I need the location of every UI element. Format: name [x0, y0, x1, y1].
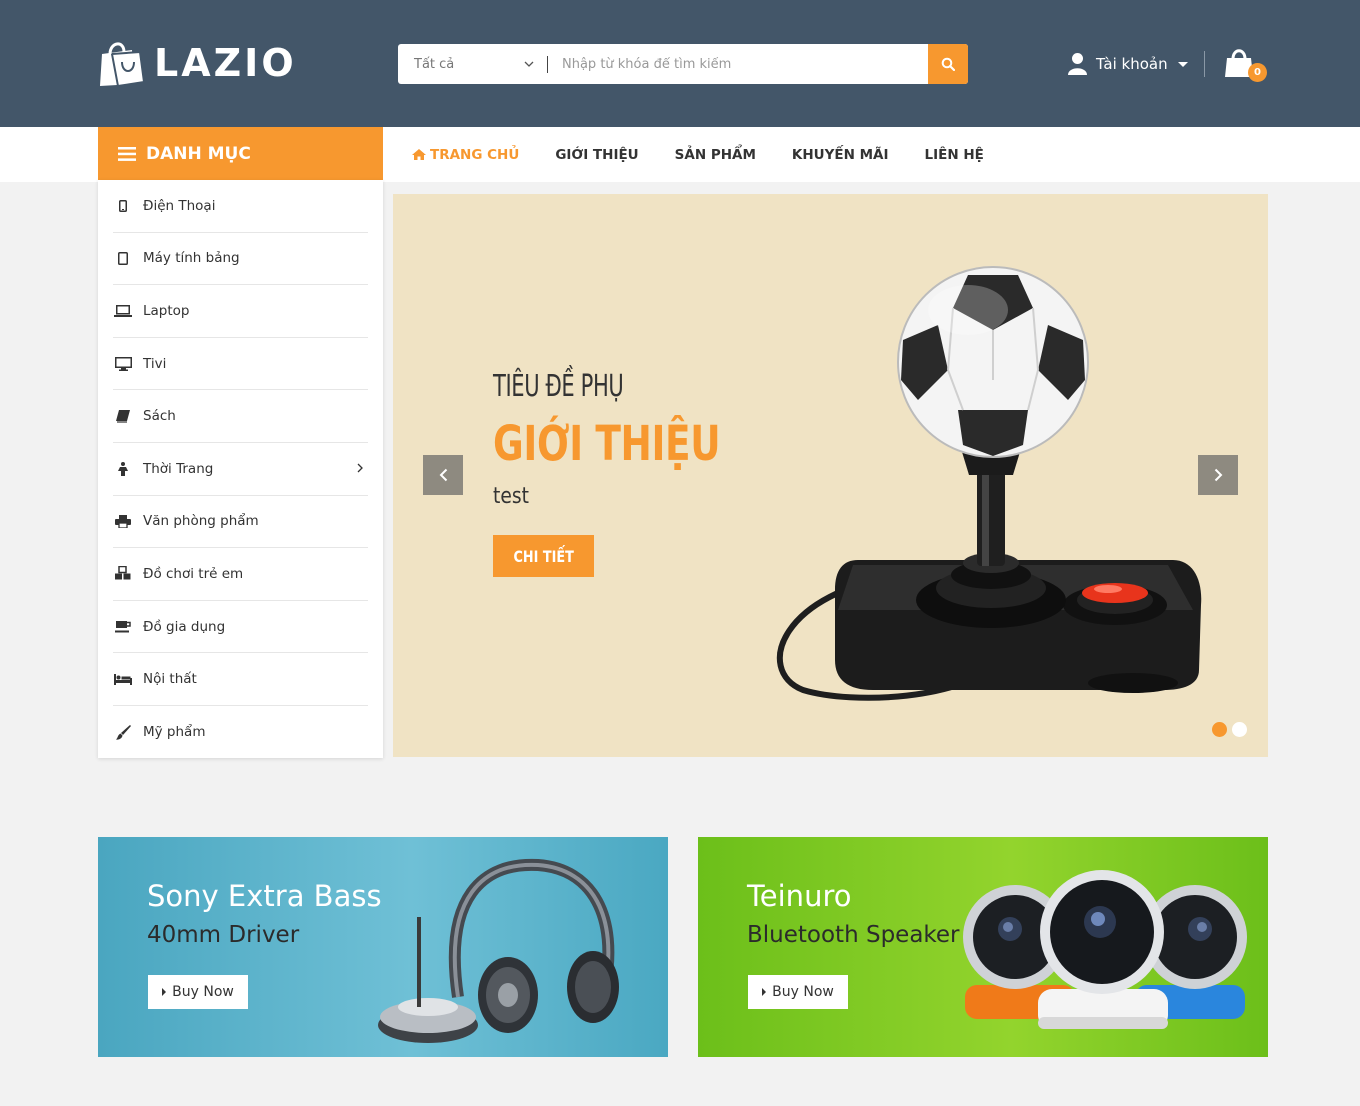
chevron-left-icon: [439, 468, 447, 482]
mobile-icon: [113, 198, 133, 214]
category-item-cosmetics[interactable]: Mỹ phẩm: [113, 706, 368, 759]
category-menu-title: DANH MỤC: [146, 143, 251, 164]
printer-icon: [113, 513, 133, 529]
menu-item-promotions[interactable]: KHUYẾN MÃI: [792, 147, 889, 163]
slider-dots: [1212, 722, 1252, 737]
speakers-image: [963, 870, 1247, 1029]
category-item-laptop[interactable]: Laptop: [113, 285, 368, 338]
joystick-image: [763, 230, 1233, 724]
home-icon: [412, 149, 426, 160]
banner-subtitle: Bluetooth Speaker: [747, 922, 960, 948]
category-label: Nội thất: [143, 671, 197, 688]
menu-item-products[interactable]: SẢN PHẨM: [675, 147, 756, 163]
category-label: Laptop: [143, 302, 190, 319]
category-label: Tivi: [143, 355, 167, 372]
category-item-toys[interactable]: Đồ chơi trẻ em: [113, 548, 368, 601]
category-item-furniture[interactable]: Nội thất: [113, 653, 368, 706]
search-bar: Tất cả: [398, 44, 968, 84]
paint-brush-icon: [113, 724, 133, 740]
category-label: Mỹ phẩm: [143, 724, 206, 741]
caret-right-icon: [162, 988, 167, 996]
logo-text: LAZIO: [154, 41, 297, 85]
menu-item-label: GIỚI THIỆU: [555, 146, 639, 163]
menu-item-label: LIÊN HỆ: [924, 146, 984, 163]
female-icon: [113, 461, 133, 477]
category-label: Máy tính bảng: [143, 250, 240, 267]
buy-now-button[interactable]: Buy Now: [148, 975, 248, 1009]
slide-detail-button[interactable]: CHI TIẾT: [493, 535, 594, 577]
bed-icon: [113, 671, 133, 687]
bars-icon: [118, 146, 136, 161]
category-label: Sách: [143, 408, 176, 425]
search-icon: [941, 57, 955, 71]
slide-description: test: [493, 484, 529, 509]
site-header: LAZIO Tất cả Tài khoản 0: [0, 0, 1360, 127]
book-icon: [113, 408, 133, 424]
chevron-right-icon: [1214, 468, 1222, 482]
chevron-down-icon: [524, 61, 534, 67]
category-item-tv[interactable]: Tivi: [113, 338, 368, 391]
slide-title: GIỚI THIỆU: [493, 416, 721, 472]
category-label: Đồ gia dụng: [143, 618, 226, 635]
search-input[interactable]: [548, 44, 928, 84]
banner-teinuro[interactable]: Teinuro Bluetooth Speaker Buy Now: [698, 837, 1268, 1057]
menu-item-about[interactable]: GIỚI THIỆU: [555, 147, 638, 163]
slider-prev-button[interactable]: [423, 455, 463, 495]
category-label: Điện Thoại: [143, 197, 216, 214]
slider-dot-1[interactable]: [1212, 722, 1227, 737]
category-label: Văn phòng phẩm: [143, 513, 259, 530]
desktop-icon: [113, 356, 133, 372]
header-divider: [1204, 51, 1205, 77]
category-item-tablet[interactable]: Máy tính bảng: [113, 233, 368, 286]
slider-next-button[interactable]: [1198, 455, 1238, 495]
slider-dot-2[interactable]: [1232, 722, 1247, 737]
banner-title: Teinuro: [747, 879, 852, 913]
cubes-icon: [113, 566, 133, 582]
category-item-stationery[interactable]: Văn phòng phẩm: [113, 496, 368, 549]
hero-slider: TIÊU ĐỀ PHỤ GIỚI THIỆU test CHI TIẾT: [393, 194, 1268, 757]
search-category-value: Tất cả: [414, 56, 455, 72]
menu-item-label: TRANG CHỦ: [430, 146, 520, 163]
slide-detail-button-label: CHI TIẾT: [513, 546, 574, 566]
buy-now-label: Buy Now: [172, 984, 234, 1000]
category-menu-toggle[interactable]: DANH MỤC: [98, 127, 383, 180]
cart-count-badge: 0: [1248, 63, 1267, 82]
user-icon: [1068, 53, 1087, 75]
category-label: Thời Trang: [143, 460, 214, 477]
main-menu: TRANG CHỦ GIỚI THIỆU SẢN PHẨM KHUYẾN MÃI…: [412, 127, 1020, 182]
buy-now-label: Buy Now: [772, 984, 834, 1000]
search-category-select[interactable]: Tất cả: [398, 44, 548, 84]
search-button[interactable]: [928, 44, 968, 84]
category-item-phone[interactable]: Điện Thoại: [113, 180, 368, 233]
buy-now-button[interactable]: Buy Now: [748, 975, 848, 1009]
logo[interactable]: LAZIO: [98, 38, 297, 88]
shopping-bag-icon: [98, 38, 146, 88]
banner-title: Sony Extra Bass: [147, 879, 382, 913]
coffee-icon: [113, 619, 133, 635]
banner-sony[interactable]: Sony Extra Bass 40mm Driver Buy Now: [98, 837, 668, 1057]
menu-item-contact[interactable]: LIÊN HỆ: [925, 147, 984, 163]
category-item-books[interactable]: Sách: [113, 390, 368, 443]
cart-button[interactable]: 0: [1224, 46, 1270, 84]
slide-subtitle: TIÊU ĐỀ PHỤ: [493, 369, 624, 404]
category-item-household[interactable]: Đồ gia dụng: [113, 601, 368, 654]
menu-item-label: SẢN PHẨM: [674, 146, 756, 163]
laptop-icon: [113, 303, 133, 319]
category-label: Đồ chơi trẻ em: [143, 565, 244, 582]
chevron-right-icon: [357, 463, 363, 473]
category-sidebar: Điện Thoại Máy tính bảng Laptop Tivi Sác…: [98, 180, 383, 758]
tablet-icon: [113, 250, 133, 266]
menu-item-label: KHUYẾN MÃI: [791, 146, 889, 163]
caret-right-icon: [762, 988, 767, 996]
account-label: Tài khoản: [1096, 55, 1168, 73]
headphones-image: [378, 858, 619, 1043]
menu-item-home[interactable]: TRANG CHỦ: [412, 147, 519, 163]
banner-subtitle: 40mm Driver: [147, 922, 300, 948]
account-dropdown[interactable]: Tài khoản: [1068, 50, 1188, 78]
caret-down-icon: [1177, 61, 1188, 67]
category-item-fashion[interactable]: Thời Trang: [113, 443, 368, 496]
